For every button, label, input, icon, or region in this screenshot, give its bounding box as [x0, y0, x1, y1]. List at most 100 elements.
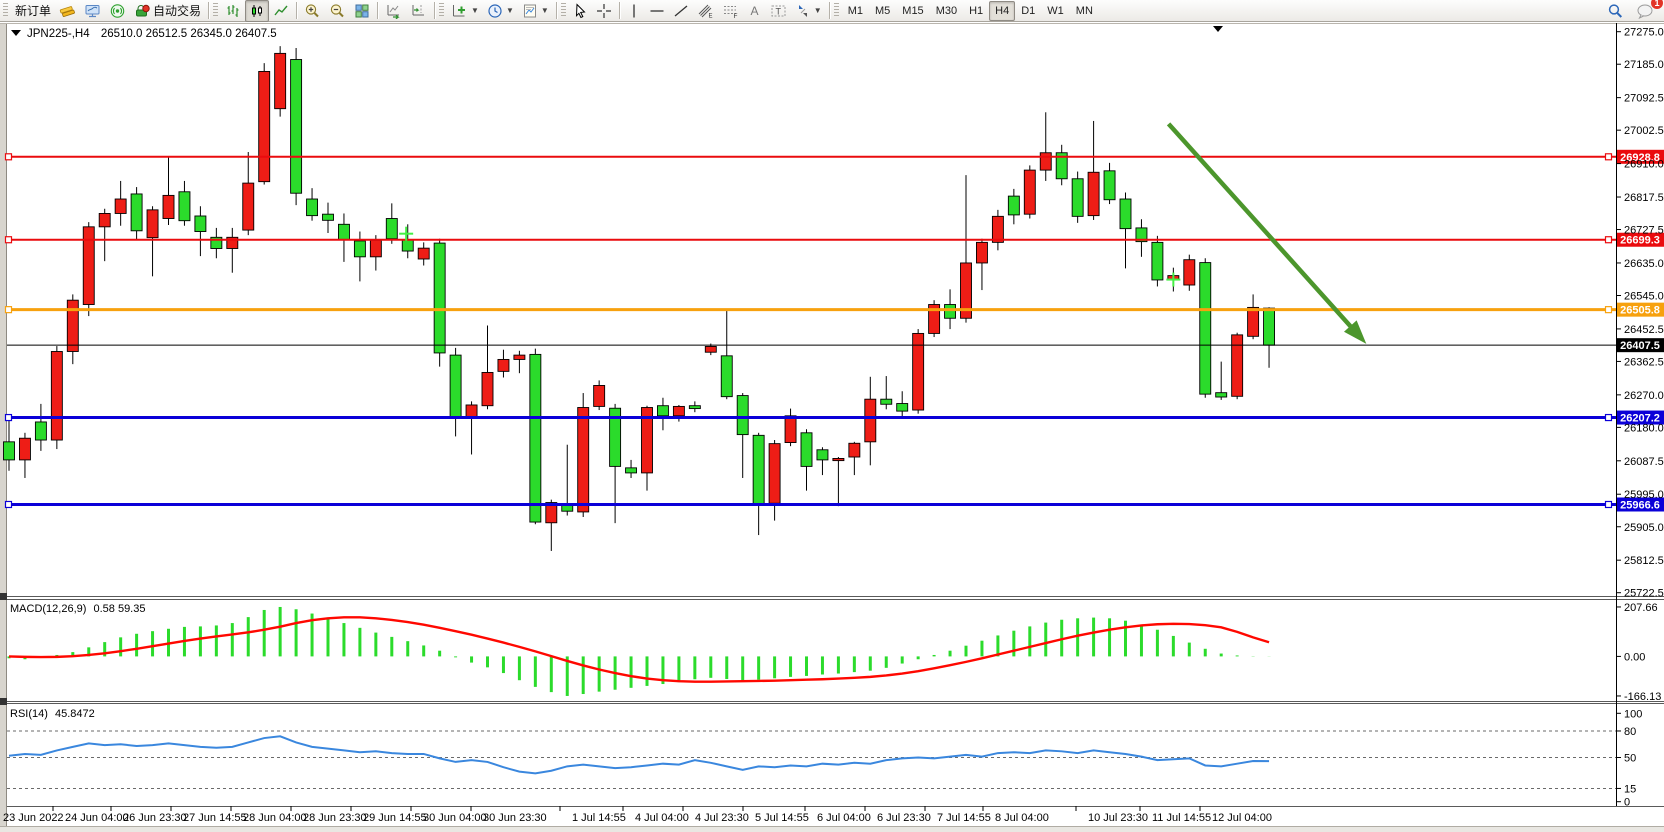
tab-timeframe-w1[interactable]: W1: [1041, 1, 1070, 21]
market-watch-button[interactable]: [55, 0, 80, 22]
vertical-line-button[interactable]: [623, 0, 645, 22]
tile-windows-button[interactable]: [350, 0, 374, 22]
new-order-button[interactable]: 新订单: [11, 0, 55, 22]
chart-candles-button[interactable]: [245, 0, 269, 22]
search-icon: [1607, 3, 1624, 19]
auto-scroll-button[interactable]: [381, 0, 406, 22]
tab-timeframe-h1[interactable]: H1: [963, 1, 989, 21]
arrow-objects-icon: [795, 3, 811, 19]
chart-shift-button[interactable]: [406, 0, 431, 22]
svg-text:5 Jul 14:55: 5 Jul 14:55: [755, 812, 809, 824]
cursor-button[interactable]: [569, 0, 592, 22]
svg-text:11 Jul 14:55: 11 Jul 14:55: [1152, 812, 1211, 824]
trendline-button[interactable]: [669, 0, 693, 22]
toolbar-grip[interactable]: [834, 3, 839, 18]
svg-text:28 Jun 23:30: 28 Jun 23:30: [303, 812, 367, 824]
crosshair-icon: [596, 3, 612, 19]
tab-timeframe-d1[interactable]: D1: [1015, 1, 1041, 21]
svg-text:26817.5: 26817.5: [1624, 192, 1664, 204]
channel-button[interactable]: E: [693, 0, 718, 22]
toolbar-grip[interactable]: [3, 3, 8, 18]
tab-timeframe-m5[interactable]: M5: [869, 1, 896, 21]
toolbar-separator: [434, 2, 435, 19]
tab-timeframe-m15[interactable]: M15: [896, 1, 929, 21]
svg-text:6 Jul 23:30: 6 Jul 23:30: [877, 812, 931, 824]
svg-text:26270.0: 26270.0: [1624, 390, 1664, 402]
indicators-button[interactable]: ▼: [447, 0, 483, 22]
svg-text:27275.0: 27275.0: [1624, 27, 1664, 39]
cursor-icon: [573, 3, 588, 19]
chart-line-button[interactable]: [269, 0, 293, 22]
svg-text:26452.5: 26452.5: [1624, 324, 1664, 336]
toolbar-grip[interactable]: [213, 3, 218, 18]
pane-splitter-rsi[interactable]: [0, 698, 7, 705]
svg-text:23 Jun 2022: 23 Jun 2022: [3, 812, 64, 824]
template-icon: [522, 3, 538, 19]
main-toolbar: 新订单 自动交易 ▼ ▼: [0, 0, 1664, 22]
text-label-icon: T: [770, 3, 787, 19]
chart-canvas[interactable]: 26928.826699.326505.826407.526207.225966…: [0, 0, 1664, 832]
toolbar-separator: [296, 2, 297, 19]
toolbar-separator: [377, 2, 378, 19]
fibonacci-button[interactable]: F: [718, 0, 743, 22]
chevron-down-icon: ▼: [506, 6, 514, 15]
toolbar-separator: [829, 2, 830, 19]
svg-text:26727.5: 26727.5: [1624, 225, 1664, 237]
search-button[interactable]: [1603, 0, 1628, 22]
svg-text:-166.13: -166.13: [1624, 691, 1661, 703]
chart-generated: 26928.826699.326505.826407.526207.225966…: [0, 23, 1664, 832]
svg-text:6 Jul 04:00: 6 Jul 04:00: [817, 812, 871, 824]
chart-shift-icon: [410, 3, 427, 19]
zoom-out-button[interactable]: [325, 0, 350, 22]
toolbar-grip[interactable]: [561, 3, 566, 18]
arrows-button[interactable]: ▼: [791, 0, 826, 22]
svg-text:24 Jun 04:00: 24 Jun 04:00: [65, 812, 129, 824]
tab-timeframe-m30[interactable]: M30: [930, 1, 963, 21]
notification-badge: 1: [1651, 0, 1663, 9]
toolbar-grip[interactable]: [439, 3, 444, 18]
data-window-button[interactable]: [80, 0, 105, 22]
bar-chart-icon: [225, 3, 241, 19]
text-button[interactable]: A: [743, 0, 766, 22]
indicators-icon: [451, 3, 468, 19]
signal-icon: [109, 3, 126, 19]
chart-title: JPN225-,H4 26510.0 26512.5 26345.0 26407…: [11, 28, 277, 40]
templates-button[interactable]: ▼: [518, 0, 553, 22]
tab-timeframe-m1[interactable]: M1: [842, 1, 869, 21]
signals-button[interactable]: [105, 0, 130, 22]
chart-bars-button[interactable]: [221, 0, 245, 22]
svg-text:207.66: 207.66: [1624, 602, 1658, 614]
clock-icon: [487, 3, 503, 19]
svg-text:27092.5: 27092.5: [1624, 93, 1664, 105]
notifications-button[interactable]: 1: [1632, 0, 1658, 22]
monitor-icon: [84, 3, 101, 19]
crosshair-button[interactable]: [592, 0, 616, 22]
svg-text:25722.5: 25722.5: [1624, 588, 1664, 600]
tab-timeframe-h4[interactable]: H4: [989, 1, 1015, 21]
auto-trading-button[interactable]: 自动交易: [130, 0, 205, 22]
vertical-line-icon: [627, 3, 641, 19]
zoom-out-icon: [329, 3, 346, 19]
pane-splitter-macd[interactable]: [0, 593, 7, 600]
toolbar-separator: [208, 2, 209, 19]
svg-text:0: 0: [1624, 797, 1630, 809]
svg-text:4 Jul 23:30: 4 Jul 23:30: [695, 812, 749, 824]
price-tag-26505.8: 26505.8: [1620, 305, 1660, 317]
periods-button[interactable]: ▼: [483, 0, 518, 22]
horizontal-line-icon: [649, 3, 665, 19]
text-label-button[interactable]: T: [766, 0, 791, 22]
macd-indicator-values: 0.58 59.35: [93, 603, 145, 615]
svg-text:26635.0: 26635.0: [1624, 258, 1664, 270]
horizontal-line-button[interactable]: [645, 0, 669, 22]
rsi-indicator-value: 45.8472: [55, 708, 95, 720]
line-chart-icon: [273, 3, 289, 19]
svg-text:50: 50: [1624, 753, 1636, 765]
svg-text:26545.0: 26545.0: [1624, 290, 1664, 302]
svg-text:80: 80: [1624, 726, 1636, 738]
chevron-down-icon: ▼: [471, 6, 479, 15]
svg-text:15: 15: [1624, 783, 1636, 795]
gold-bars-icon: [59, 3, 76, 19]
tab-timeframe-mn[interactable]: MN: [1070, 1, 1099, 21]
svg-text:1 Jul 14:55: 1 Jul 14:55: [572, 812, 626, 824]
zoom-in-button[interactable]: [300, 0, 325, 22]
